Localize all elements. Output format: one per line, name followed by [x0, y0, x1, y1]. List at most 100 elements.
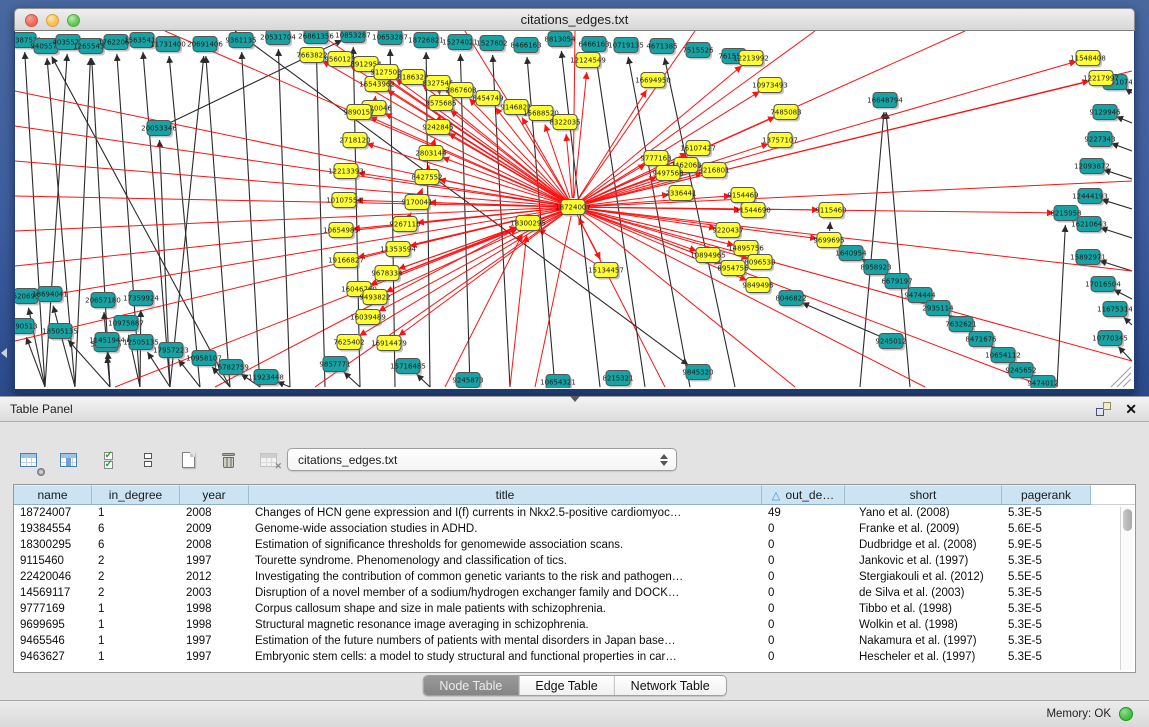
- cell-out[interactable]: 0: [762, 617, 845, 633]
- graph-node[interactable]: 9267110: [389, 217, 420, 234]
- cell-year[interactable]: 1997: [180, 649, 249, 665]
- cell-pr[interactable]: 5.3E-5: [1002, 585, 1091, 601]
- graph-node[interactable]: 11675314: [1097, 302, 1132, 319]
- graph-node[interactable]: 9497568: [652, 166, 683, 183]
- graph-node[interactable]: 16039489: [350, 310, 386, 327]
- cell-short[interactable]: Nakamura et al. (1997): [845, 633, 1002, 649]
- trash-icon[interactable]: [214, 447, 242, 473]
- graph-node[interactable]: 10654321: [540, 375, 576, 389]
- graph-node[interactable]: 8215958: [1050, 206, 1081, 223]
- graph-node[interactable]: 10719135: [608, 38, 644, 55]
- vertical-scrollbar[interactable]: [1120, 507, 1133, 670]
- column-header-pagerank[interactable]: pagerank: [1002, 485, 1091, 505]
- graph-node[interactable]: 11544690: [735, 203, 771, 220]
- cell-indeg[interactable]: 2: [92, 553, 180, 569]
- cell-name[interactable]: 19384554: [14, 521, 92, 537]
- graph-node[interactable]: 20531704: [260, 31, 296, 47]
- graph-node[interactable]: 20657180: [85, 293, 121, 310]
- graph-node[interactable]: 9699695: [813, 233, 844, 250]
- cell-year[interactable]: 1997: [180, 553, 249, 569]
- table-settings-icon[interactable]: [14, 447, 42, 473]
- cell-indeg[interactable]: 1: [92, 649, 180, 665]
- graph-node[interactable]: 8466163: [510, 38, 541, 55]
- column-header-short[interactable]: short: [845, 485, 1002, 505]
- table-row[interactable]: 2242004622012Investigating the contribut…: [14, 569, 1135, 585]
- graph-node[interactable]: 7625402: [333, 335, 364, 352]
- graph-node[interactable]: 9777163: [640, 151, 671, 168]
- graph-node[interactable]: 9493822: [359, 290, 390, 307]
- graph-node[interactable]: 3216801: [698, 163, 729, 180]
- graph-node[interactable]: 10653287: [372, 31, 408, 47]
- cell-out[interactable]: 49: [762, 505, 845, 521]
- cell-out[interactable]: 0: [762, 601, 845, 617]
- cell-short[interactable]: Yano et al. (2008): [845, 505, 1002, 521]
- network-window[interactable]: citations_edges.txt 20387521940557440355…: [14, 8, 1135, 393]
- cell-title[interactable]: Estimation of significance thresholds fo…: [249, 537, 762, 553]
- graph-node[interactable]: 9857771: [319, 357, 350, 374]
- graph-node[interactable]: 12093872: [1074, 159, 1110, 176]
- resize-grip-icon[interactable]: [1111, 367, 1131, 387]
- graph-node[interactable]: 16914479: [371, 336, 407, 353]
- table-row[interactable]: 911546021997Tourette syndrome. Phenomeno…: [14, 553, 1135, 569]
- column-header-name[interactable]: name: [14, 485, 92, 505]
- graph-node[interactable]: 18726821: [408, 33, 444, 50]
- graph-node[interactable]: 15716485: [390, 359, 426, 376]
- graph-node[interactable]: 26861356: [298, 31, 334, 46]
- column-header-in-degree[interactable]: in_degree: [92, 485, 180, 505]
- graph-node[interactable]: 9890157: [343, 105, 374, 122]
- graph-node[interactable]: 18505135: [42, 324, 78, 341]
- graph-node[interactable]: 8954756: [717, 261, 749, 278]
- cell-year[interactable]: 1998: [180, 617, 249, 633]
- splitter-handle[interactable]: [570, 396, 580, 402]
- column-header-title[interactable]: title: [249, 485, 762, 505]
- cell-indeg[interactable]: 6: [92, 537, 180, 553]
- minimize-window-icon[interactable]: [46, 14, 59, 27]
- cell-short[interactable]: Jankovic et al. (1997): [845, 553, 1002, 569]
- graph-node[interactable]: 9245873: [452, 373, 483, 389]
- table-row[interactable]: 1872400712008Changes of HCN gene express…: [14, 505, 1135, 521]
- graph-node[interactable]: 8215321: [602, 371, 633, 388]
- graph-node[interactable]: 7485083: [770, 105, 801, 122]
- graph-node[interactable]: 17359924: [123, 291, 159, 308]
- column-header-out-de-[interactable]: △ out_de…: [762, 485, 845, 505]
- graph-node[interactable]: 11548408: [1070, 51, 1106, 68]
- graph-node[interactable]: 20691406: [187, 37, 223, 54]
- cell-indeg[interactable]: 1: [92, 601, 180, 617]
- cell-year[interactable]: 1997: [180, 633, 249, 649]
- cell-indeg[interactable]: 2: [92, 569, 180, 585]
- panel-collapse-arrow-icon[interactable]: [1, 348, 7, 358]
- cell-name[interactable]: 9777169: [14, 601, 92, 617]
- cell-short[interactable]: Dudbridge et al. (2008): [845, 537, 1002, 553]
- table-source-dropdown[interactable]: citations_edges.txt: [287, 448, 677, 471]
- tab-node-table[interactable]: Node Table: [423, 676, 519, 695]
- cell-out[interactable]: 0: [762, 585, 845, 601]
- cell-indeg[interactable]: 6: [92, 521, 180, 537]
- cell-title[interactable]: Embryonic stem cells: a model to study s…: [249, 649, 762, 665]
- cell-title[interactable]: Investigating the contribution of common…: [249, 569, 762, 585]
- cell-pr[interactable]: 5.3E-5: [1002, 553, 1091, 569]
- cell-short[interactable]: Wolkin et al. (1998): [845, 617, 1002, 633]
- graph-node[interactable]: 10654985: [323, 223, 359, 240]
- new-file-icon[interactable]: [174, 447, 202, 473]
- node-table[interactable]: namein_degreeyeartitle△ out_de…shortpage…: [13, 484, 1136, 673]
- graph-node[interactable]: 4671385: [646, 39, 677, 56]
- cell-pr[interactable]: 5.3E-5: [1002, 649, 1091, 665]
- close-panel-icon[interactable]: ✕: [1125, 402, 1137, 416]
- cell-short[interactable]: de Silva et al. (2003): [845, 585, 1002, 601]
- cell-name[interactable]: 9699695: [14, 617, 92, 633]
- graph-node[interactable]: 13757107: [762, 133, 798, 150]
- column-header-year[interactable]: year: [180, 485, 249, 505]
- cell-out[interactable]: 0: [762, 553, 845, 569]
- graph-node[interactable]: 10973493: [752, 78, 788, 95]
- cell-pr[interactable]: 5.3E-5: [1002, 617, 1091, 633]
- graph-node[interactable]: 8454749: [472, 91, 503, 108]
- cell-pr[interactable]: 5.6E-5: [1002, 521, 1091, 537]
- graph-node[interactable]: 1527602: [476, 36, 507, 53]
- cell-pr[interactable]: 5.9E-5: [1002, 537, 1091, 553]
- graph-node[interactable]: 11353594: [380, 242, 416, 259]
- network-window-titlebar[interactable]: citations_edges.txt: [14, 8, 1135, 31]
- close-window-icon[interactable]: [25, 14, 38, 27]
- cell-indeg[interactable]: 1: [92, 505, 180, 521]
- network-canvas[interactable]: 2038752194055744035574126554301762206215…: [14, 31, 1135, 393]
- graph-node[interactable]: 11923448: [248, 370, 284, 387]
